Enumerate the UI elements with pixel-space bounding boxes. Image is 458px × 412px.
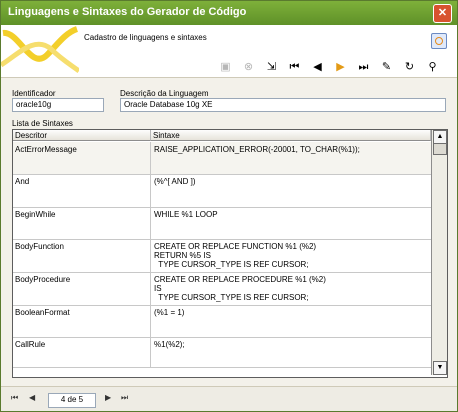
next-record-icon[interactable]: ▶ <box>330 58 351 76</box>
vertical-scrollbar[interactable]: ▲ ▼ <box>431 130 447 375</box>
scroll-thumb[interactable] <box>433 143 447 155</box>
descricao-label: Descrição da Linguagem <box>120 89 209 98</box>
table-row[interactable]: BodyProcedure CREATE OR REPLACE PROCEDURE… <box>13 272 431 306</box>
search-icon[interactable]: ⚲ <box>422 58 443 76</box>
edit-icon[interactable]: ✎ <box>376 58 397 76</box>
sintaxe-cell[interactable]: (%1 = 1) <box>151 305 431 337</box>
descritor-cell[interactable]: And <box>13 174 151 207</box>
close-icon: ✕ <box>437 7 448 19</box>
table-row[interactable]: BeginWhile WHILE %1 LOOP <box>13 207 431 240</box>
header-panel: Cadastro de linguagens e sintaxes ▣ ⊗ ⇲ ⏮ ◀ ▶… <box>1 25 457 78</box>
descritor-cell[interactable]: BeginWhile <box>13 207 151 239</box>
column-header-descritor[interactable]: Descritor <box>13 130 151 141</box>
window-title: Linguagens e Sintaxes do Gerador de Códi… <box>8 6 247 18</box>
title-bar[interactable]: Linguagens e Sintaxes do Gerador de Códi… <box>1 1 457 25</box>
save-icon: ▣ <box>220 60 231 73</box>
column-header-sintaxe[interactable]: Sintaxe <box>151 130 431 141</box>
identificador-field[interactable]: oracle10g <box>12 98 104 112</box>
close-button[interactable]: ✕ <box>433 4 452 23</box>
nav-last-icon[interactable]: ⏭ <box>121 393 128 403</box>
table-row[interactable]: And (%^[ AND ]) <box>13 174 431 208</box>
application-window: Linguagens e Sintaxes do Gerador de Códi… <box>0 0 458 412</box>
first-record-icon[interactable]: ⏮ <box>284 58 305 76</box>
table-row[interactable]: BooleanFormat (%1 = 1) <box>13 305 431 338</box>
sintaxe-cell[interactable]: CREATE OR REPLACE PROCEDURE %1 (%2) IS T… <box>151 272 431 305</box>
toolbar: ▣ ⊗ ⇲ ⏮ ◀ ▶ ⏭ ✎ ↻ ⚲ <box>215 58 443 76</box>
descritor-cell[interactable]: BodyProcedure <box>13 272 151 305</box>
sintaxe-cell[interactable]: RAISE_APPLICATION_ERROR(-20001, TO_CHAR(… <box>151 142 431 174</box>
nav-next-icon[interactable]: ▶ <box>105 393 111 402</box>
sintaxe-cell[interactable]: %1(%2); <box>151 337 431 367</box>
table-row[interactable]: ActErrorMessage RAISE_APPLICATION_ERROR(-… <box>13 142 431 175</box>
new-record-icon[interactable]: ⇲ <box>261 58 282 76</box>
descricao-field[interactable]: Oracle Database 10g XE <box>120 98 446 112</box>
descritor-cell[interactable]: ActErrorMessage <box>13 142 151 174</box>
descritor-cell[interactable]: CallRule <box>13 337 151 367</box>
scroll-up-icon[interactable]: ▲ <box>433 130 447 144</box>
sintaxe-cell[interactable]: WHILE %1 LOOP <box>151 207 431 239</box>
table-row[interactable]: BodyFunction CREATE OR REPLACE FUNCTION %… <box>13 239 431 273</box>
last-record-icon[interactable]: ⏭ <box>353 58 374 76</box>
record-navigator: ⏮ ◀ 4 de 5 ▶ ⏭ <box>1 386 457 411</box>
sintaxes-grid: Descritor Sintaxe ActErrorMessage RAISE_A… <box>12 129 448 378</box>
previous-record-icon[interactable]: ◀ <box>307 58 328 76</box>
descritor-cell[interactable]: BooleanFormat <box>13 305 151 337</box>
header-subtitle: Cadastro de linguagens e sintaxes <box>84 33 207 42</box>
lista-sintaxes-label: Lista de Sintaxes <box>12 119 73 128</box>
help-icon[interactable] <box>431 33 447 49</box>
table-row[interactable]: CallRule %1(%2); <box>13 337 431 368</box>
logo-icon <box>1 26 79 74</box>
scroll-down-icon[interactable]: ▼ <box>433 361 447 375</box>
cancel-icon: ⊗ <box>243 60 254 73</box>
refresh-icon[interactable]: ↻ <box>399 58 420 76</box>
sintaxe-cell[interactable]: CREATE OR REPLACE FUNCTION %1 (%2) RETUR… <box>151 239 431 272</box>
descritor-cell[interactable]: BodyFunction <box>13 239 151 272</box>
nav-previous-icon[interactable]: ◀ <box>29 393 35 402</box>
identificador-label: Identificador <box>12 89 56 98</box>
sintaxe-cell[interactable]: (%^[ AND ]) <box>151 174 431 207</box>
record-counter[interactable]: 4 de 5 <box>48 393 96 408</box>
nav-first-icon[interactable]: ⏮ <box>11 393 18 403</box>
